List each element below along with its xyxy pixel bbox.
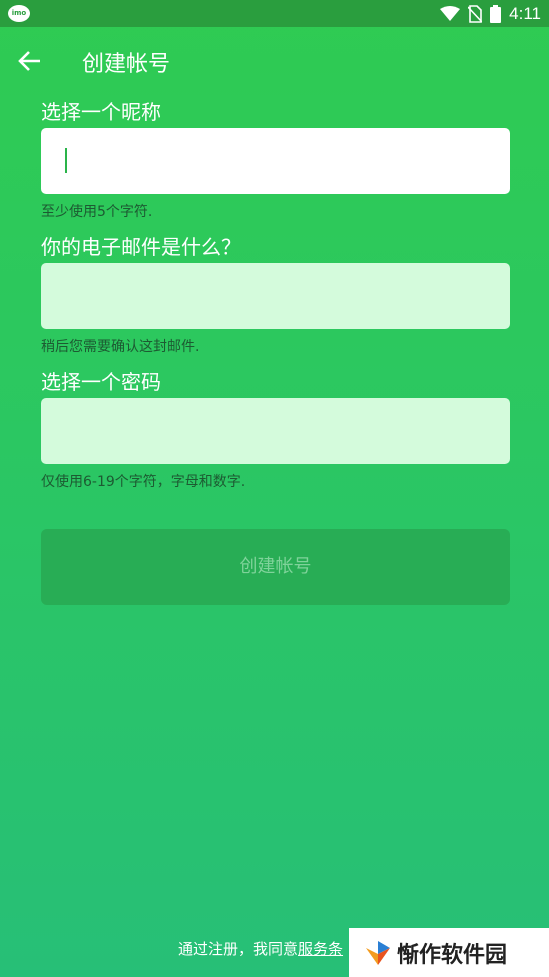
imo-app-icon: imo — [8, 5, 30, 22]
page-title: 创建帐号 — [82, 52, 171, 77]
create-account-button[interactable]: 创建帐号 — [41, 529, 510, 605]
clock: 4:11 — [509, 4, 541, 23]
app-bar: 创建帐号 — [0, 27, 549, 93]
password-label: 选择一个密码 — [41, 370, 161, 394]
nickname-hint: 至少使用5个字符. — [41, 204, 153, 220]
nickname-label: 选择一个昵称 — [41, 100, 161, 124]
no-sim-icon — [468, 5, 483, 23]
email-hint: 稍后您需要确认这封邮件. — [41, 339, 200, 355]
terms-prefix: 通过注册，我同意 — [178, 940, 299, 958]
status-icons: 4:11 — [440, 3, 541, 25]
back-arrow-icon[interactable] — [16, 47, 46, 75]
text-cursor — [65, 148, 67, 173]
status-bar: imo 4:11 — [0, 0, 549, 27]
password-input[interactable] — [41, 398, 510, 464]
terms-link[interactable]: 服务条 — [298, 940, 343, 958]
watermark-text: 惭作软件园 — [397, 942, 508, 968]
password-hint: 仅使用6-19个字符，字母和数字. — [41, 474, 246, 490]
watermark: 惭作软件园 — [349, 928, 549, 977]
battery-icon — [490, 5, 502, 23]
watermark-logo-icon — [366, 940, 390, 965]
wifi-icon — [440, 6, 461, 21]
terms-text: 通过注册，我同意服务条 — [178, 938, 343, 959]
email-label: 你的电子邮件是什么？ — [41, 235, 241, 259]
nickname-input[interactable] — [41, 128, 510, 194]
email-input[interactable] — [41, 263, 510, 329]
